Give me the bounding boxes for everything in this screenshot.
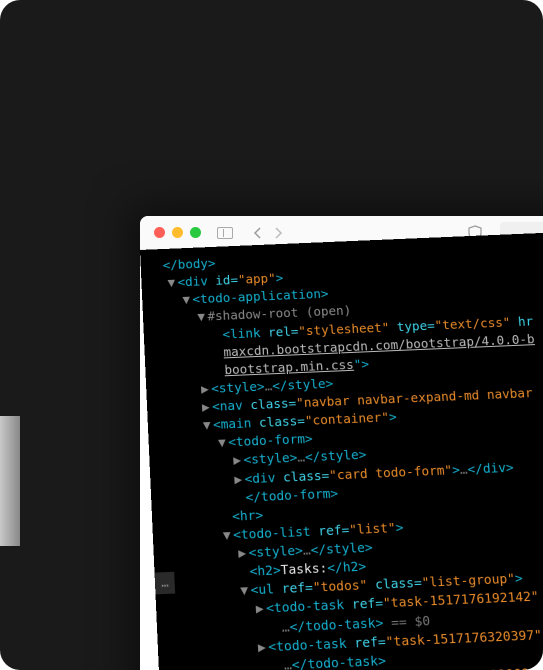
outer-frame: … </body>▼<div id="app">▼<todo-applicati… (0, 0, 543, 670)
browser-window: … </body>▼<div id="app">▼<todo-applicati… (140, 216, 543, 670)
minimize-icon[interactable] (172, 227, 183, 238)
close-icon[interactable] (154, 227, 165, 238)
forward-icon[interactable] (269, 224, 287, 242)
dom-tree[interactable]: </body>▼<div id="app">▼<todo-application… (140, 232, 543, 670)
left-edge-gradient (0, 416, 20, 546)
maximize-icon[interactable] (190, 227, 201, 238)
back-icon[interactable] (249, 224, 267, 242)
window-controls (154, 227, 201, 238)
nav-arrows (249, 224, 287, 242)
gutter-overflow-indicator: … (155, 572, 176, 595)
devtools-elements-panel[interactable]: … </body>▼<div id="app">▼<todo-applicati… (140, 225, 543, 670)
sidebar-icon[interactable] (217, 227, 233, 239)
